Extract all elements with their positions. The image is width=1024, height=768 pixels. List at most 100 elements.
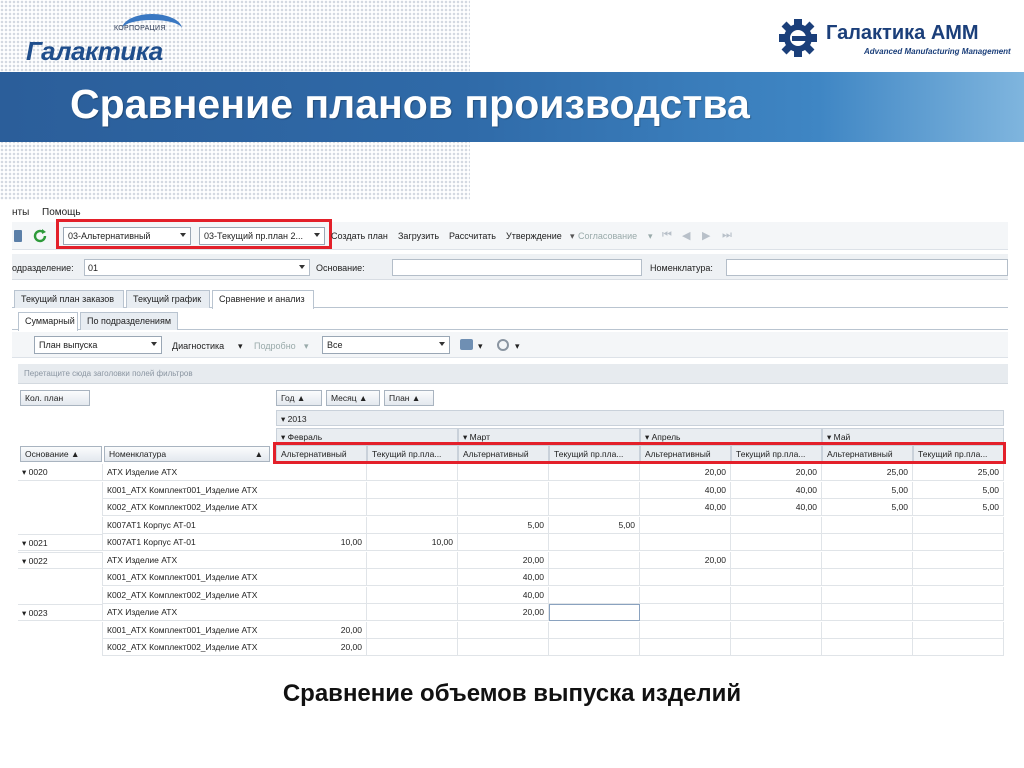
value-cell[interactable]	[276, 464, 367, 481]
col-field-month[interactable]: Месяц ▲	[326, 390, 380, 406]
value-cell[interactable]	[458, 499, 549, 516]
print-icon[interactable]	[460, 339, 473, 350]
value-cell[interactable]	[367, 499, 458, 516]
tab-by-division[interactable]: По подразделениям	[80, 312, 178, 330]
value-cell[interactable]	[367, 481, 458, 499]
value-cell[interactable]	[822, 604, 913, 621]
next-record-icon[interactable]: ▶	[702, 229, 710, 242]
value-cell[interactable]	[731, 621, 822, 639]
value-cell[interactable]	[822, 516, 913, 534]
value-cell[interactable]: 10,00	[367, 534, 458, 551]
value-cell[interactable]: 10,00	[276, 534, 367, 551]
value-cell[interactable]: 20,00	[276, 621, 367, 639]
value-cell[interactable]	[913, 534, 1004, 551]
menu-item-docs[interactable]: нты	[12, 207, 29, 218]
value-cell[interactable]	[731, 639, 822, 656]
value-cell[interactable]	[640, 534, 731, 551]
value-cell[interactable]	[913, 551, 1004, 569]
tab-summary[interactable]: Суммарный	[18, 312, 78, 331]
value-cell[interactable]	[549, 621, 640, 639]
col-field-year[interactable]: Год ▲	[276, 390, 322, 406]
value-cell[interactable]: 40,00	[458, 569, 549, 586]
value-cell[interactable]	[822, 551, 913, 569]
value-cell[interactable]: 5,00	[458, 516, 549, 534]
menu-item-help[interactable]: Помощь	[42, 207, 81, 218]
value-cell[interactable]	[731, 604, 822, 621]
value-cell[interactable]	[822, 639, 913, 656]
tab-current-schedule[interactable]: Текущий график	[126, 290, 210, 308]
basis-group-cell[interactable]: ▾ 0022	[18, 551, 102, 569]
value-cell[interactable]: 5,00	[822, 499, 913, 516]
approve-button[interactable]: Утверждение	[506, 231, 562, 241]
value-cell[interactable]	[640, 586, 731, 604]
value-cell[interactable]	[549, 604, 640, 621]
value-cell[interactable]: 20,00	[731, 464, 822, 481]
value-cell[interactable]	[549, 569, 640, 586]
value-cell[interactable]	[822, 534, 913, 551]
value-cell[interactable]: 25,00	[822, 464, 913, 481]
value-cell[interactable]	[276, 481, 367, 499]
value-cell[interactable]	[276, 499, 367, 516]
value-cell[interactable]: 20,00	[276, 639, 367, 656]
data-field-button[interactable]: Кол. план	[20, 390, 90, 406]
diagnostics-dropdown-icon[interactable]: ▾	[238, 341, 243, 352]
value-cell[interactable]	[549, 534, 640, 551]
year-header[interactable]: ▾ 2013	[276, 410, 1004, 426]
value-cell[interactable]	[367, 464, 458, 481]
value-cell[interactable]	[458, 464, 549, 481]
value-cell[interactable]	[367, 621, 458, 639]
value-cell[interactable]	[276, 516, 367, 534]
agree-dropdown-icon[interactable]: ▾	[648, 231, 653, 242]
value-cell[interactable]	[367, 586, 458, 604]
value-cell[interactable]	[276, 569, 367, 586]
value-cell[interactable]	[367, 516, 458, 534]
approve-dropdown-icon[interactable]: ▾	[570, 231, 575, 242]
value-cell[interactable]	[913, 569, 1004, 586]
calculate-button[interactable]: Рассчитать	[449, 231, 496, 241]
value-cell[interactable]: 25,00	[913, 464, 1004, 481]
value-cell[interactable]: 5,00	[913, 499, 1004, 516]
filter-drop-zone[interactable]: Перетащите сюда заголовки полей фильтров	[18, 364, 1008, 384]
tab-compare-analysis[interactable]: Сравнение и анализ	[212, 290, 314, 309]
value-cell[interactable]: 5,00	[822, 481, 913, 499]
value-cell[interactable]	[640, 569, 731, 586]
value-cell[interactable]	[731, 551, 822, 569]
detail-button[interactable]: Подробно	[254, 341, 296, 351]
value-cell[interactable]	[549, 551, 640, 569]
value-cell[interactable]: 40,00	[640, 499, 731, 516]
value-cell[interactable]	[731, 534, 822, 551]
value-cell[interactable]	[276, 604, 367, 621]
value-cell[interactable]: 40,00	[731, 481, 822, 499]
diagnostics-button[interactable]: Диагностика	[172, 341, 224, 351]
basis-input[interactable]	[392, 259, 642, 276]
row-field-basis[interactable]: Основание ▲	[20, 446, 102, 462]
col-field-plan[interactable]: План ▲	[384, 390, 434, 406]
basis-group-cell[interactable]: ▾ 0023	[18, 604, 102, 621]
value-cell[interactable]	[913, 586, 1004, 604]
create-plan-button[interactable]: Создать план	[331, 231, 388, 241]
value-cell[interactable]: 40,00	[640, 481, 731, 499]
value-cell[interactable]	[822, 586, 913, 604]
value-cell[interactable]: 20,00	[640, 464, 731, 481]
value-cell[interactable]	[640, 621, 731, 639]
refresh-icon[interactable]	[32, 228, 48, 244]
value-cell[interactable]: 40,00	[731, 499, 822, 516]
filter-all-select[interactable]: Все	[322, 336, 450, 354]
value-cell[interactable]	[549, 639, 640, 656]
value-cell[interactable]	[276, 586, 367, 604]
row-field-nomenclature[interactable]: Номенклатура ▲	[104, 446, 270, 462]
value-cell[interactable]	[458, 534, 549, 551]
value-cell[interactable]: 20,00	[640, 551, 731, 569]
last-record-icon[interactable]: ⏭	[722, 229, 732, 242]
value-cell[interactable]	[549, 464, 640, 481]
value-cell[interactable]	[549, 481, 640, 499]
value-cell[interactable]	[458, 621, 549, 639]
tab-current-orders[interactable]: Текущий план заказов	[14, 290, 124, 308]
first-record-icon[interactable]: ⏮	[662, 229, 672, 242]
value-cell[interactable]	[913, 639, 1004, 656]
export-dropdown-icon[interactable]: ▾	[515, 341, 520, 352]
value-cell[interactable]: 5,00	[913, 481, 1004, 499]
value-cell[interactable]: 20,00	[458, 551, 549, 569]
save-icon[interactable]	[14, 230, 22, 242]
value-cell[interactable]	[731, 516, 822, 534]
